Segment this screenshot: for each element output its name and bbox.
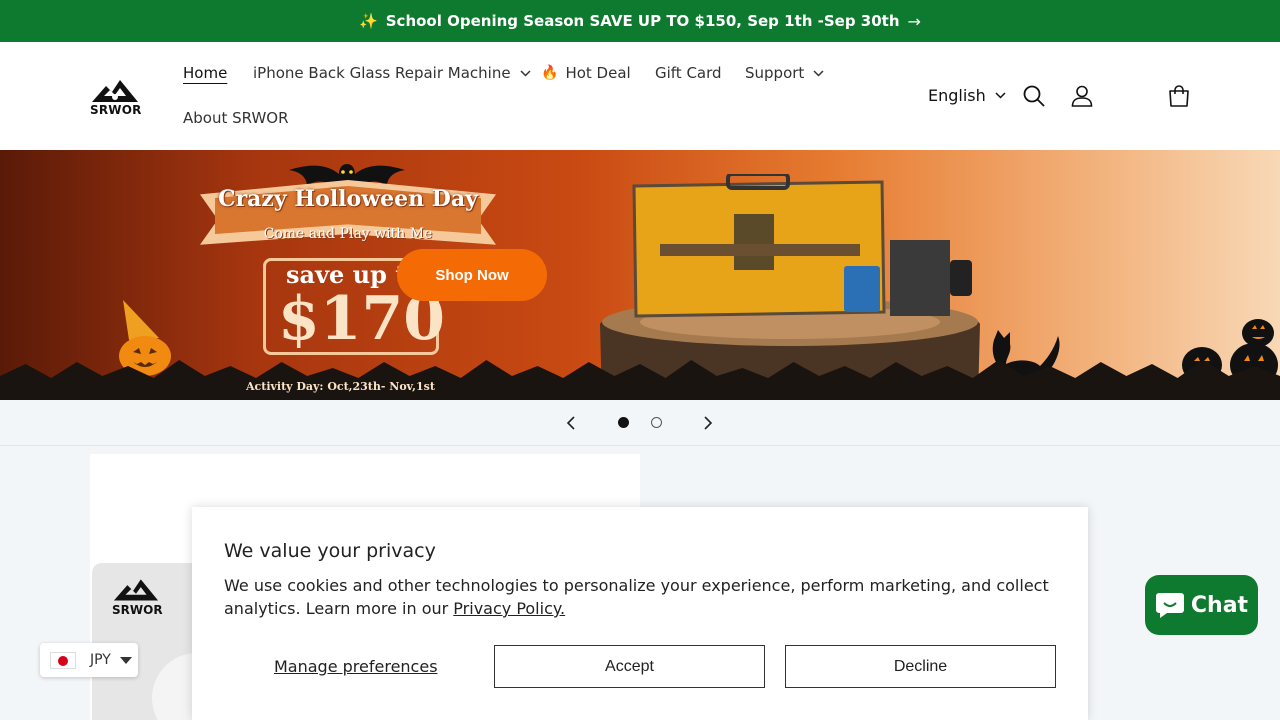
- search-icon[interactable]: [1022, 84, 1046, 108]
- hero-banner[interactable]: Crazy Holloween Day Come and Play with M…: [0, 150, 1280, 400]
- cart-icon[interactable]: [1167, 84, 1191, 108]
- site-logo[interactable]: SRWOR: [90, 76, 142, 118]
- nav-home-label: Home: [183, 64, 228, 82]
- nav-support[interactable]: Support: [745, 64, 824, 82]
- nav-gift-card[interactable]: Gift Card: [655, 64, 722, 82]
- account-icon[interactable]: [1070, 84, 1094, 108]
- slider-controls: [0, 400, 1280, 446]
- logo-mountain-icon: [113, 579, 159, 601]
- nav-hot-deal-label: Hot Deal: [565, 64, 631, 82]
- chat-bubble-icon: [1155, 593, 1184, 618]
- activity-dates: Activity Day: Oct,23th- Nov,1st: [246, 380, 435, 393]
- chat-label: Chat: [1190, 592, 1249, 618]
- pumpkin-witch-icon: [119, 300, 171, 376]
- nav-hot-deal[interactable]: 🔥 Hot Deal: [541, 64, 631, 82]
- cookie-body-text: We use cookies and other technologies to…: [224, 576, 1049, 618]
- banner-title: Crazy Holloween Day: [218, 186, 478, 212]
- sparkle-icon: ✨: [359, 12, 378, 30]
- language-selector[interactable]: English: [928, 86, 1006, 105]
- nav-repair-machine-label: iPhone Back Glass Repair Machine: [253, 64, 511, 82]
- chevron-down-icon: [813, 69, 824, 77]
- logo-mountain-icon: [92, 80, 138, 102]
- chevron-left-icon[interactable]: [566, 416, 576, 430]
- language-label: English: [928, 86, 986, 105]
- shop-now-button[interactable]: Shop Now: [397, 249, 547, 301]
- site-header: SRWOR Home iPhone Back Glass Repair Mach…: [0, 42, 1280, 150]
- decline-button[interactable]: Decline: [785, 645, 1056, 688]
- cookie-body: We use cookies and other technologies to…: [224, 574, 1064, 620]
- banner-subtitle: Come and Play with Me: [263, 226, 433, 242]
- announcement-bar[interactable]: ✨ School Opening Season SAVE UP TO $150,…: [0, 0, 1280, 42]
- japan-flag-icon: [50, 651, 76, 669]
- nav-support-label: Support: [745, 64, 805, 82]
- fire-icon: 🔥: [541, 65, 559, 81]
- logo-text: SRWOR: [90, 103, 142, 117]
- chevron-down-icon: [520, 69, 531, 77]
- arrow-right-icon[interactable]: →: [908, 12, 921, 31]
- slider-dot-1[interactable]: [618, 417, 629, 428]
- caret-down-icon: [119, 656, 132, 664]
- nav-about-label: About SRWOR: [183, 109, 289, 127]
- manage-preferences-link[interactable]: Manage preferences: [274, 657, 438, 676]
- announcement-text[interactable]: School Opening Season SAVE UP TO $150, S…: [386, 12, 900, 30]
- product-logo-text: SRWOR: [112, 603, 163, 617]
- privacy-policy-link[interactable]: Privacy Policy.: [453, 599, 565, 618]
- nav-about[interactable]: About SRWOR: [183, 109, 289, 127]
- nav-repair-machine[interactable]: iPhone Back Glass Repair Machine: [253, 64, 531, 82]
- accept-button[interactable]: Accept: [494, 645, 765, 688]
- slider-dot-2[interactable]: [651, 417, 662, 428]
- cookie-consent-dialog: We value your privacy We use cookies and…: [192, 507, 1088, 720]
- grass-silhouette: [0, 360, 1280, 400]
- chat-button[interactable]: Chat: [1145, 575, 1258, 635]
- cookie-title: We value your privacy: [224, 540, 436, 562]
- currency-code: JPY: [90, 652, 111, 668]
- currency-selector[interactable]: JPY: [40, 643, 138, 677]
- nav-gift-card-label: Gift Card: [655, 64, 722, 82]
- nav-home[interactable]: Home: [183, 64, 227, 82]
- chevron-right-icon[interactable]: [703, 416, 713, 430]
- chevron-down-icon: [995, 92, 1006, 99]
